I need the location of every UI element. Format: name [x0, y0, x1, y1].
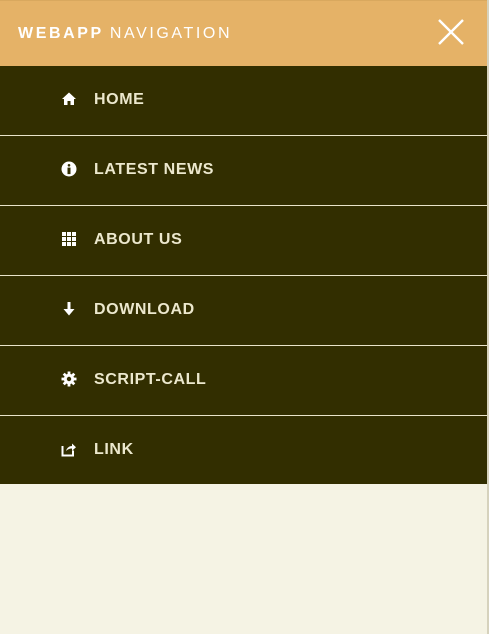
close-icon	[438, 19, 464, 45]
menu-item-label: HOME	[94, 91, 145, 108]
app-shell: WEBAPP NAVIGATION HOME LATEST NEWS ABOUT…	[0, 0, 489, 634]
menu-item-label: LINK	[94, 441, 134, 458]
menu-item-script-call[interactable]: SCRIPT-CALL	[0, 346, 489, 416]
external-link-icon	[61, 441, 77, 457]
menu-item-label: DOWNLOAD	[94, 301, 195, 318]
home-icon	[61, 91, 77, 107]
brand-subtitle: NAVIGATION	[109, 25, 233, 42]
menu-item-label: SCRIPT-CALL	[94, 371, 207, 388]
menu-item-latest-news[interactable]: LATEST NEWS	[0, 136, 489, 206]
menu-item-about-us[interactable]: ABOUT US	[0, 206, 489, 276]
top-bar: WEBAPP NAVIGATION	[0, 0, 489, 66]
download-arrow-icon	[61, 301, 77, 317]
app-title: WEBAPP NAVIGATION	[18, 24, 232, 44]
menu-item-label: ABOUT US	[94, 231, 183, 248]
menu-item-home[interactable]: HOME	[0, 66, 489, 136]
menu-item-label: LATEST NEWS	[94, 161, 215, 178]
info-icon	[61, 161, 77, 177]
gear-icon	[61, 371, 77, 387]
menu-item-download[interactable]: DOWNLOAD	[0, 276, 489, 346]
navigation-menu: HOME LATEST NEWS ABOUT US DOWNLOAD SCRIP…	[0, 66, 489, 484]
menu-item-link[interactable]: LINK	[0, 416, 489, 484]
grid-icon	[61, 231, 77, 247]
brand-name: WEBAPP	[18, 25, 104, 42]
close-button[interactable]	[438, 19, 464, 45]
